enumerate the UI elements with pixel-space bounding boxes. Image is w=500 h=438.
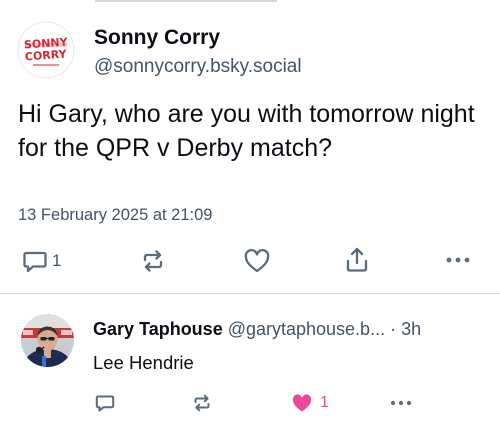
share-button[interactable] (342, 245, 372, 275)
reply-more-options-button[interactable] (389, 396, 413, 410)
reply-like-count: 1 (320, 394, 329, 411)
main-post: SONNY CORRY Sonny Corry @sonnycorry.bsky… (0, 0, 500, 292)
ellipsis-icon (389, 396, 413, 410)
reply-author-handle[interactable]: @garytaphouse.b... (228, 319, 385, 340)
heart-outline-icon (242, 246, 272, 276)
author-handle[interactable]: @sonnycorry.bsky.social (94, 56, 302, 78)
reply-button[interactable]: 1 (21, 247, 61, 275)
reply-time: · 3h (390, 319, 422, 339)
reply-text: Lee Hendrie (93, 352, 194, 373)
reply-author-avatar[interactable] (21, 314, 74, 367)
reply-repost-button[interactable] (191, 392, 213, 414)
author-display-name[interactable]: Sonny Corry (94, 26, 220, 50)
speech-bubble-icon (21, 247, 49, 275)
sonny-corry-logo-icon: SONNY CORRY (17, 21, 75, 79)
author-avatar[interactable]: SONNY CORRY (17, 21, 75, 79)
person-photo-icon (21, 314, 74, 367)
reply-author-display-name[interactable]: Gary Taphouse (93, 319, 223, 340)
reply-header: Gary Taphouse @garytaphouse.b... · 3h (93, 319, 488, 340)
like-button[interactable] (242, 246, 272, 276)
ellipsis-icon (445, 250, 471, 270)
repost-arrows-icon (139, 247, 167, 275)
more-options-button[interactable] (445, 250, 471, 270)
speech-bubble-icon (94, 392, 116, 414)
post-timestamp: 13 February 2025 at 21:09 (18, 206, 213, 224)
reply-count: 1 (52, 251, 62, 270)
reply-like-button[interactable]: 1 (290, 391, 329, 415)
reply-post[interactable]: Gary Taphouse @garytaphouse.b... · 3h Le… (0, 294, 500, 438)
share-upload-icon (342, 245, 372, 275)
reply-reply-button[interactable] (94, 392, 116, 414)
repost-button[interactable] (139, 247, 167, 275)
repost-arrows-icon (191, 392, 213, 414)
post-text: Hi Gary, who are you with tomorrow night… (18, 100, 475, 162)
heart-filled-icon (290, 391, 314, 415)
